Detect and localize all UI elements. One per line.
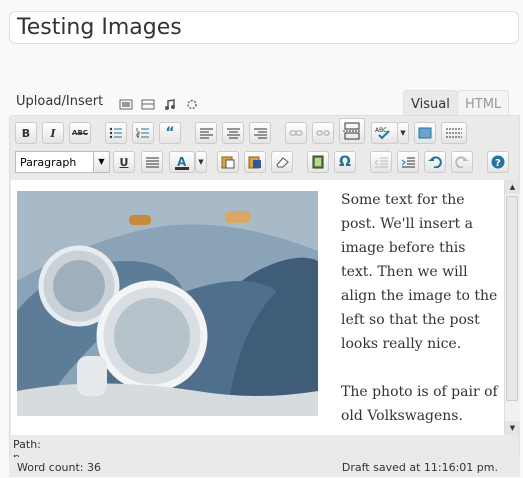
insert-more-tag-button[interactable] [339,118,365,144]
strikethrough-button[interactable]: ABC [69,122,91,144]
outdent-button[interactable] [370,151,392,173]
upload-insert-label: Upload/Insert [16,94,104,109]
add-media-icon[interactable] [185,96,199,110]
tab-html[interactable]: HTML [457,90,510,115]
post-title-field[interactable]: Testing Images [9,11,519,44]
help-icon[interactable]: ? [487,151,509,173]
post-image[interactable] [17,191,318,416]
align-left-button[interactable] [195,122,217,144]
draft-saved-status: Draft saved at 11:16:01 pm. [341,461,498,474]
eraser-icon[interactable] [271,151,293,173]
svg-text:ABC: ABC [375,127,387,134]
fullscreen-button[interactable] [414,122,436,144]
svg-text:A: A [177,155,187,169]
paste-text-button[interactable] [217,151,239,173]
add-audio-icon[interactable] [163,96,177,110]
format-select[interactable]: Paragraph ▼ [15,151,110,173]
align-center-button[interactable] [222,122,244,144]
spellcheck-button[interactable]: ABC [371,122,398,144]
tab-visual[interactable]: Visual [403,90,458,115]
paste-word-button[interactable] [244,151,266,173]
kitchen-sink-toggle-button[interactable] [441,122,467,144]
spellcheck-dropdown-arrow[interactable]: ▼ [397,122,409,144]
post-title-text: Testing Images [17,15,182,40]
scroll-up-icon[interactable]: ▲ [505,180,520,194]
link-icon[interactable] [285,122,307,144]
bullet-list-button[interactable] [105,122,127,144]
unlink-icon[interactable] [312,122,334,144]
editor-content-area[interactable]: Some text for the post. We'll insert a i… [11,180,504,435]
align-right-button[interactable] [249,122,271,144]
paragraph: Some text for the post. We'll insert a i… [341,192,498,352]
format-select-value: Paragraph [20,156,77,169]
editor-scrollbar[interactable]: ▲ ▼ [504,180,520,435]
scrollbar-thumb[interactable] [506,196,518,401]
svg-text:?: ? [495,158,501,169]
undo-icon[interactable] [424,151,446,173]
post-body-text: Some text for the post. We'll insert a i… [341,188,499,435]
justify-button[interactable] [141,151,163,173]
text-color-dropdown-arrow[interactable]: ▼ [195,151,207,173]
bold-button[interactable]: B [15,122,37,144]
blockquote-button[interactable]: “ [159,122,181,144]
italic-button[interactable]: I [42,122,64,144]
special-character-button[interactable]: Ω [334,151,356,173]
redo-icon[interactable] [451,151,473,173]
chevron-down-icon: ▼ [93,152,109,172]
insert-media-button[interactable] [307,151,329,173]
add-video-icon[interactable] [141,96,155,110]
editor: B I ABC “ ABC ▼ Paragraph ▼ U A ▼ Ω ? So… [9,115,520,477]
scroll-down-icon[interactable]: ▼ [505,421,520,435]
word-count: Word count: 36 [17,461,102,474]
numbered-list-button[interactable] [132,122,154,144]
status-bar: Word count: 36 Draft saved at 11:16:01 p… [9,457,520,477]
indent-button[interactable] [397,151,419,173]
paragraph: The photo is of pair of old Volkswagens. [341,384,498,424]
add-image-icon[interactable] [119,96,133,110]
text-color-button[interactable]: A [169,151,195,173]
underline-button[interactable]: U [113,151,135,173]
